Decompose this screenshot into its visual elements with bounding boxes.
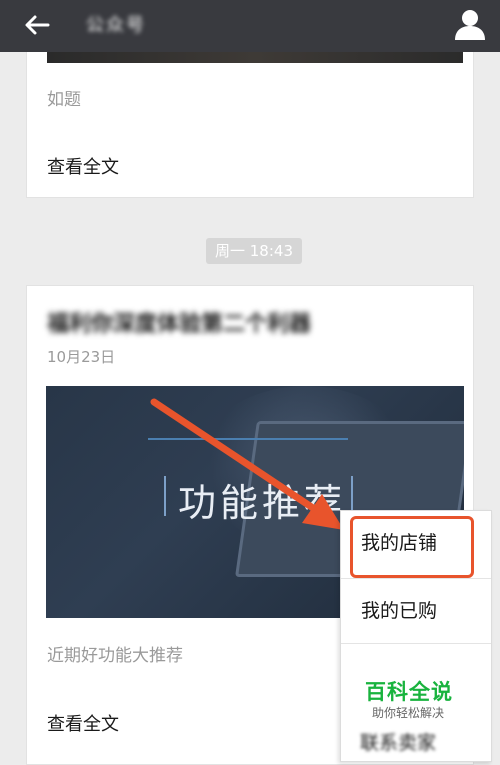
highlight-box (350, 516, 474, 578)
watermark-tagline: 助你轻松解决 (372, 706, 445, 720)
banner-divider (148, 438, 348, 440)
menu-item-my-purchases[interactable]: 我的已购 (341, 578, 491, 642)
page-title: 公众号 (86, 15, 146, 36)
back-arrow-icon[interactable] (22, 10, 52, 40)
article-summary: 如题 (47, 90, 81, 110)
read-more-link[interactable]: 查看全文 (47, 710, 119, 736)
user-icon[interactable] (452, 6, 488, 42)
watermark-logo: 百科全说 (365, 680, 453, 704)
top-bar: 公众号 (0, 0, 500, 52)
read-more-link[interactable]: 查看全文 (47, 153, 119, 179)
banner-bar (164, 476, 166, 516)
article-summary: 近期好功能大推荐 (47, 646, 183, 666)
message-timestamp: 周一 18:43 (206, 238, 302, 264)
article-date: 10月23日 (47, 348, 116, 366)
banner-text: 功能推荐 (178, 481, 347, 525)
article-title[interactable]: 福利你深度体验第二个利器 (47, 306, 347, 338)
